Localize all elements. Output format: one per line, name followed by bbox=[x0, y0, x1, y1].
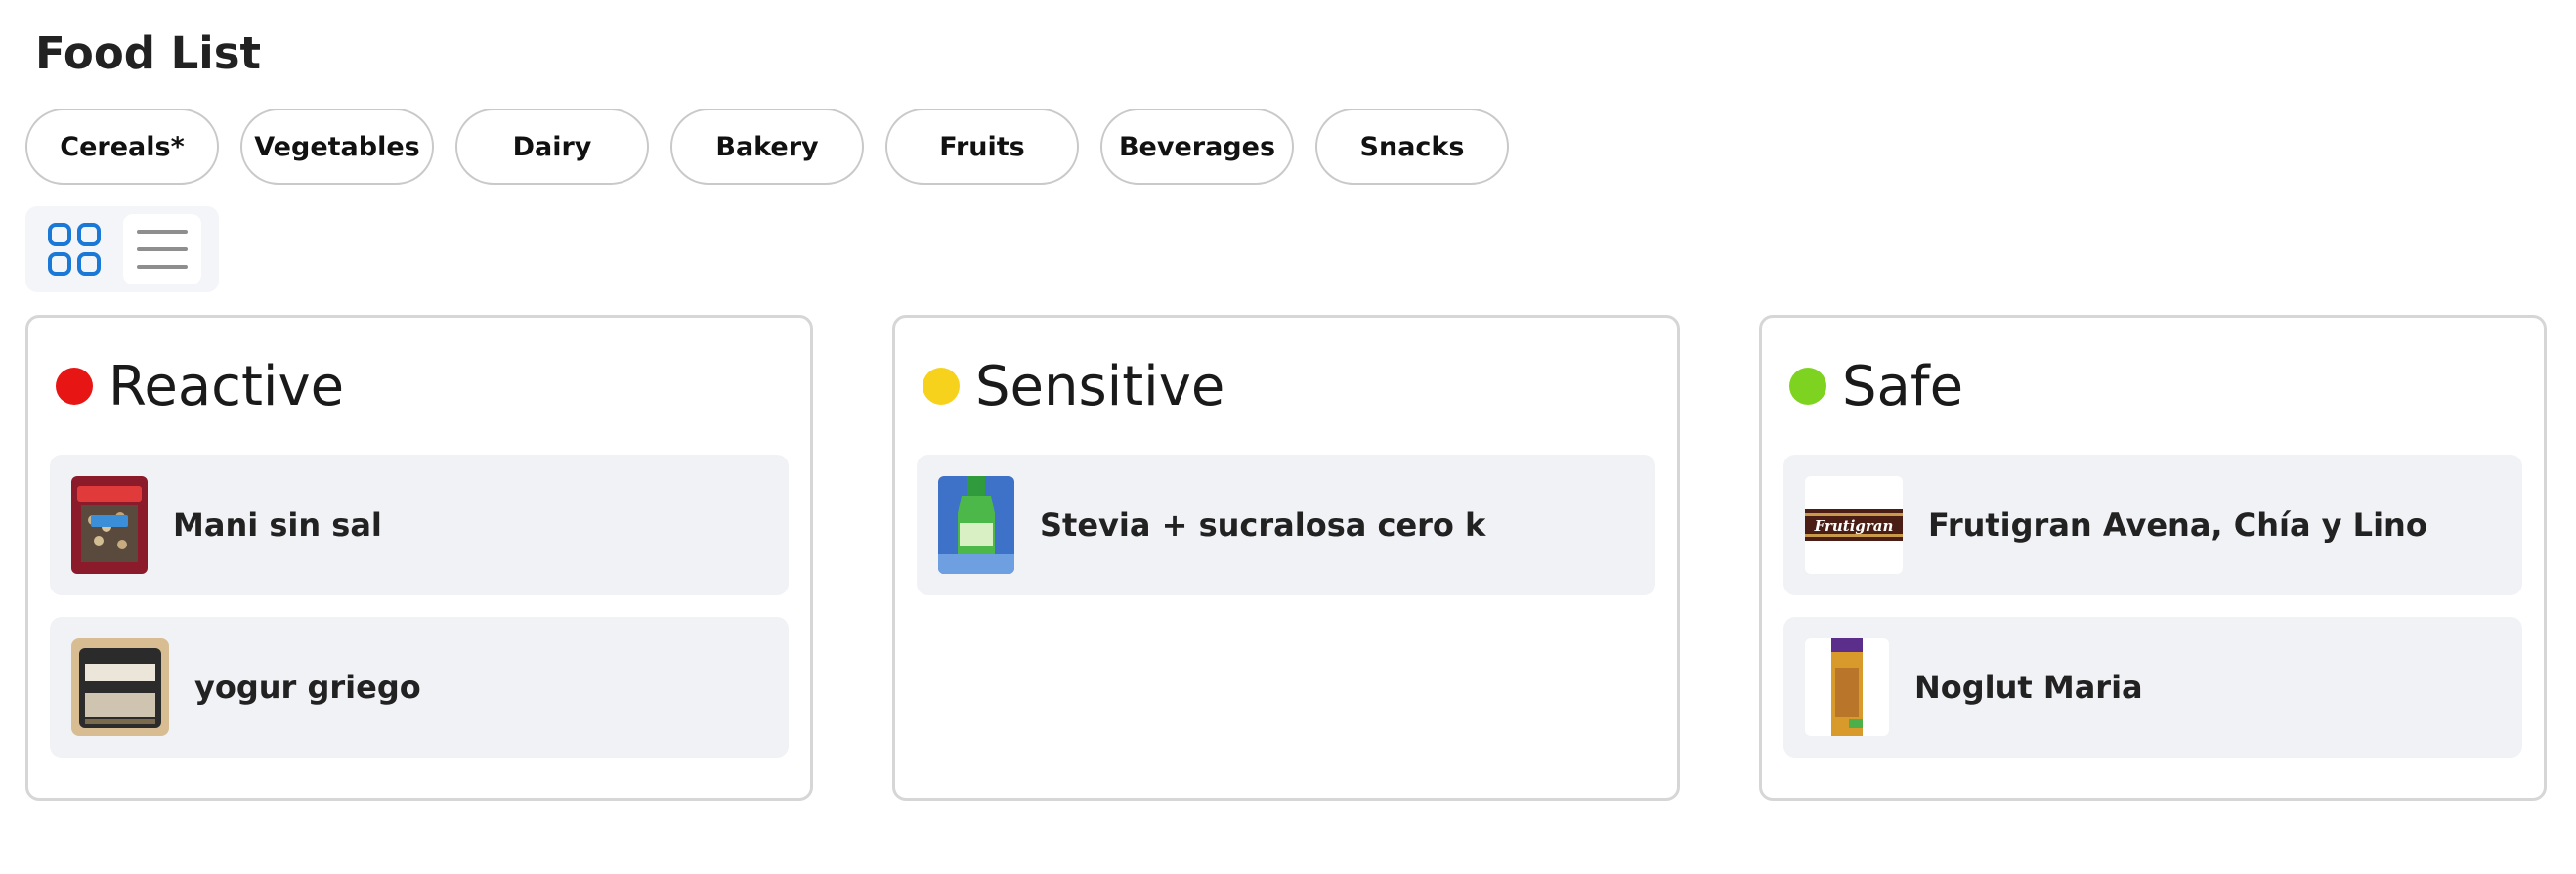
food-item-name: yogur griego bbox=[194, 669, 421, 706]
column-title: Sensitive bbox=[975, 354, 1225, 418]
column-title: Safe bbox=[1842, 354, 1964, 418]
product-image bbox=[1805, 638, 1889, 736]
column-header: Safe bbox=[1783, 318, 2522, 455]
filter-chip-dairy[interactable]: Dairy bbox=[455, 109, 649, 185]
food-item-name: Noglut Maria bbox=[1914, 669, 2143, 706]
food-item[interactable]: Mani sin sal bbox=[50, 455, 789, 595]
reaction-columns: Reactive Mani sin sal yogur griego Sensi… bbox=[25, 315, 2547, 801]
product-image bbox=[938, 476, 1014, 574]
filter-chip-vegetables[interactable]: Vegetables bbox=[240, 109, 434, 185]
food-item[interactable]: Noglut Maria bbox=[1783, 617, 2522, 758]
category-filters: Cereals* Vegetables Dairy Bakery Fruits … bbox=[25, 109, 1509, 185]
grid-icon bbox=[48, 223, 101, 276]
food-item-name: Stevia + sucralosa cero k bbox=[1040, 506, 1486, 544]
food-item-name: Mani sin sal bbox=[173, 506, 382, 544]
list-view-button[interactable] bbox=[123, 214, 201, 284]
food-item[interactable]: yogur griego bbox=[50, 617, 789, 758]
product-image bbox=[71, 638, 169, 736]
status-dot-yellow bbox=[923, 368, 960, 405]
column-sensitive: Sensitive Stevia + sucralosa cero k bbox=[892, 315, 1680, 801]
list-icon bbox=[137, 230, 188, 269]
filter-chip-bakery[interactable]: Bakery bbox=[670, 109, 864, 185]
filter-chip-snacks[interactable]: Snacks bbox=[1315, 109, 1509, 185]
filter-chip-fruits[interactable]: Fruits bbox=[885, 109, 1079, 185]
food-item[interactable]: Stevia + sucralosa cero k bbox=[917, 455, 1655, 595]
product-image: Frutigran bbox=[1805, 476, 1903, 574]
frutigran-logo-text: Frutigran bbox=[1814, 517, 1894, 535]
filter-chip-beverages[interactable]: Beverages bbox=[1100, 109, 1294, 185]
column-safe: Safe Frutigran Frutigran Avena, Chía y L… bbox=[1759, 315, 2547, 801]
page-title: Food List bbox=[35, 27, 262, 79]
column-title: Reactive bbox=[108, 354, 345, 418]
grid-view-button[interactable] bbox=[35, 214, 113, 284]
view-toggle bbox=[25, 206, 219, 292]
food-item[interactable]: Frutigran Frutigran Avena, Chía y Lino bbox=[1783, 455, 2522, 595]
column-reactive: Reactive Mani sin sal yogur griego bbox=[25, 315, 813, 801]
column-header: Sensitive bbox=[917, 318, 1655, 455]
column-header: Reactive bbox=[50, 318, 789, 455]
status-dot-red bbox=[56, 368, 93, 405]
status-dot-green bbox=[1789, 368, 1826, 405]
food-item-name: Frutigran Avena, Chía y Lino bbox=[1928, 506, 2427, 544]
product-image bbox=[71, 476, 148, 574]
filter-chip-cereals[interactable]: Cereals* bbox=[25, 109, 219, 185]
